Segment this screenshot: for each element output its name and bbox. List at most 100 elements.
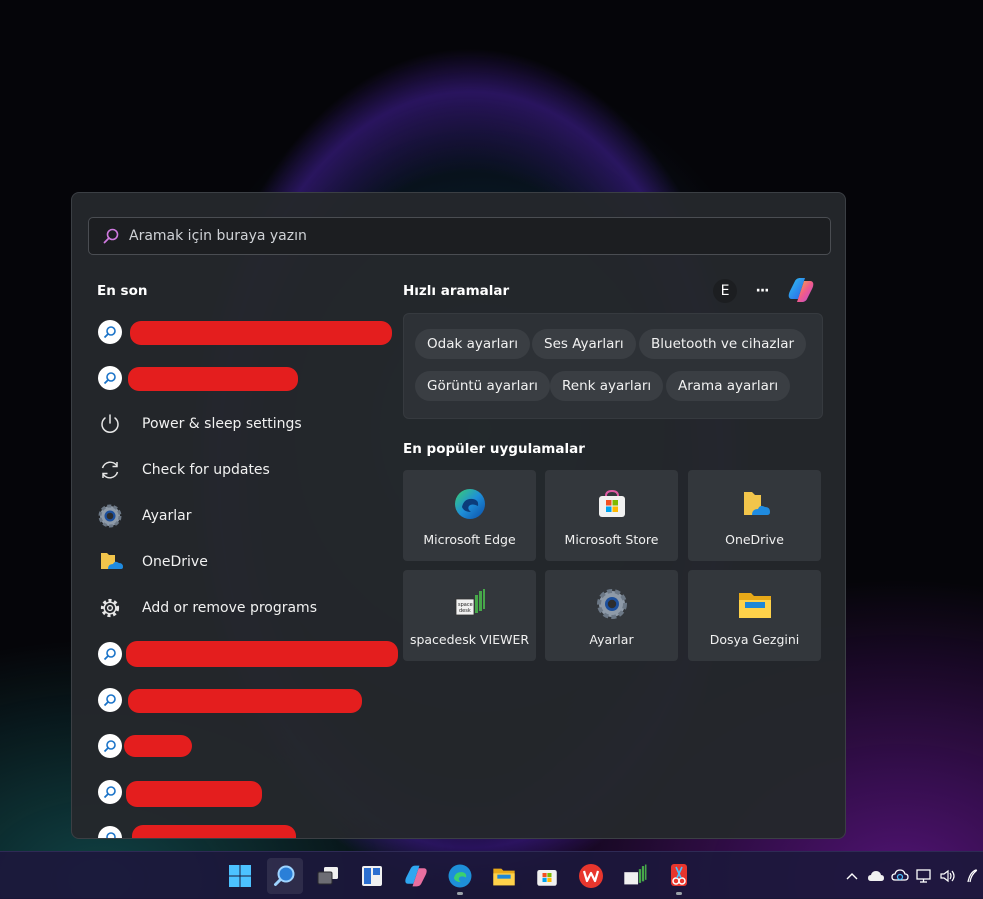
avatar-letter: E bbox=[720, 283, 730, 299]
app-tile-label: Microsoft Store bbox=[564, 532, 659, 547]
power-icon bbox=[96, 410, 124, 438]
volume-tray-button[interactable] bbox=[938, 866, 958, 886]
copilot-taskbar-button[interactable] bbox=[400, 860, 432, 892]
app-tile-ayarlar[interactable]: Ayarlar bbox=[545, 570, 678, 661]
wps-taskbar-button[interactable] bbox=[575, 860, 607, 892]
search-icon bbox=[96, 824, 124, 838]
chip-renk-ayarlari[interactable]: Renk ayarları bbox=[550, 371, 664, 401]
recent-item-redacted-2[interactable] bbox=[96, 355, 386, 401]
spacedesk-taskbar-button[interactable] bbox=[619, 860, 651, 892]
popular-apps-title: En popüler uygulamalar bbox=[403, 441, 585, 457]
chip-ses-ayarlari[interactable]: Ses Ayarları bbox=[532, 329, 636, 359]
quick-searches-title: Hızlı aramalar bbox=[403, 283, 510, 299]
redaction-mark bbox=[132, 825, 296, 838]
copilot-icon bbox=[788, 278, 814, 302]
account-avatar[interactable]: E bbox=[713, 279, 737, 303]
search-placeholder: Aramak için buraya yazın bbox=[129, 228, 307, 244]
app-tile-file-explorer[interactable]: Dosya Gezgini bbox=[688, 570, 821, 661]
task-view-button[interactable] bbox=[312, 860, 344, 892]
windows-start-button[interactable] bbox=[224, 860, 256, 892]
settings-app-icon bbox=[594, 586, 630, 622]
chip-bluetooth[interactable]: Bluetooth ve cihazlar bbox=[639, 329, 807, 359]
cloud-icon bbox=[868, 871, 884, 881]
search-icon bbox=[96, 732, 124, 760]
pen-tray-button[interactable] bbox=[962, 866, 982, 886]
app-tile-label: Ayarlar bbox=[589, 632, 634, 647]
recent-item-redacted-5[interactable] bbox=[96, 723, 386, 769]
redaction-mark bbox=[126, 641, 398, 667]
task-view-icon bbox=[317, 867, 338, 885]
recent-item-label: OneDrive bbox=[142, 554, 208, 570]
network-tray-button[interactable] bbox=[914, 866, 934, 886]
recent-item-ayarlar[interactable]: Ayarlar bbox=[96, 493, 386, 539]
chip-goruntu-ayarlari[interactable]: Görüntü ayarları bbox=[415, 371, 550, 401]
taskbar bbox=[0, 851, 983, 899]
store-icon bbox=[537, 870, 557, 886]
start-search-panel: Aramak için buraya yazın En son Power & … bbox=[71, 192, 846, 839]
file-explorer-icon bbox=[493, 868, 515, 886]
redaction-mark bbox=[126, 781, 262, 807]
app-tile-store[interactable]: Microsoft Store bbox=[545, 470, 678, 561]
recent-item-label: Power & sleep settings bbox=[142, 416, 302, 432]
recent-title: En son bbox=[97, 283, 148, 299]
more-icon: ··· bbox=[755, 283, 770, 299]
gear-icon bbox=[96, 594, 124, 622]
recent-item-redacted-1[interactable] bbox=[96, 309, 392, 355]
chip-odak-ayarlari[interactable]: Odak ayarları bbox=[415, 329, 530, 359]
file-explorer-taskbar-button[interactable] bbox=[488, 860, 520, 892]
app-tile-label: Microsoft Edge bbox=[423, 532, 516, 547]
windows-start-icon bbox=[229, 865, 251, 887]
chip-arama-ayarlari[interactable]: Arama ayarları bbox=[666, 371, 791, 401]
redaction-mark bbox=[128, 689, 362, 713]
copilot-button[interactable] bbox=[785, 274, 817, 306]
recent-item-onedrive[interactable]: OneDrive bbox=[96, 539, 386, 585]
onedrive-sync-tray-button[interactable] bbox=[890, 866, 910, 886]
edge-taskbar-button[interactable] bbox=[444, 860, 476, 895]
search-icon bbox=[96, 686, 124, 714]
search-icon bbox=[96, 318, 124, 346]
redaction-mark bbox=[128, 367, 298, 391]
recent-item-check-updates[interactable]: Check for updates bbox=[96, 447, 386, 493]
recent-item-redacted-3[interactable] bbox=[96, 631, 398, 677]
volume-icon bbox=[940, 869, 955, 883]
copilot-icon bbox=[405, 865, 427, 887]
more-options-button[interactable]: ··· bbox=[749, 279, 775, 303]
running-indicator bbox=[457, 892, 463, 895]
recent-item-redacted-4[interactable] bbox=[96, 677, 386, 723]
app-tile-onedrive[interactable]: OneDrive bbox=[688, 470, 821, 561]
search-icon bbox=[96, 640, 124, 668]
recent-item-power-sleep[interactable]: Power & sleep settings bbox=[96, 401, 386, 447]
widgets-button[interactable] bbox=[356, 860, 388, 892]
spacedesk-icon: space desk bbox=[452, 586, 488, 622]
onedrive-sync-icon bbox=[891, 869, 909, 881]
recent-item-redacted-6[interactable] bbox=[96, 769, 386, 815]
chevron-up-icon bbox=[846, 873, 858, 880]
onedrive-folder-icon bbox=[737, 486, 773, 522]
edge-icon bbox=[448, 864, 472, 888]
recent-item-label: Check for updates bbox=[142, 462, 270, 478]
file-explorer-icon bbox=[737, 586, 773, 622]
network-icon bbox=[916, 869, 931, 883]
running-indicator bbox=[676, 892, 682, 895]
app-tile-label: OneDrive bbox=[725, 532, 784, 547]
cloud-tray-button[interactable] bbox=[866, 866, 886, 886]
quick-searches-box: Odak ayarları Ses Ayarları Bluetooth ve … bbox=[403, 313, 823, 419]
wps-icon bbox=[579, 864, 603, 888]
recent-item-label: Add or remove programs bbox=[142, 600, 317, 616]
snipping-tool-taskbar-button[interactable] bbox=[663, 860, 695, 895]
recent-item-add-remove-programs[interactable]: Add or remove programs bbox=[96, 585, 386, 631]
app-tile-spacedesk[interactable]: space desk spacedesk VIEWER bbox=[403, 570, 536, 661]
recent-item-redacted-7[interactable] bbox=[96, 815, 386, 838]
store-icon bbox=[594, 486, 630, 522]
taskbar-search-button[interactable] bbox=[267, 858, 303, 894]
search-icon bbox=[96, 364, 124, 392]
app-tile-edge[interactable]: Microsoft Edge bbox=[403, 470, 536, 561]
search-box[interactable]: Aramak için buraya yazın bbox=[88, 217, 831, 255]
store-taskbar-button[interactable] bbox=[531, 860, 563, 892]
svg-text:desk: desk bbox=[459, 608, 471, 614]
app-tile-label: Dosya Gezgini bbox=[709, 632, 800, 647]
widgets-icon bbox=[362, 866, 382, 886]
refresh-icon bbox=[96, 456, 124, 484]
spacedesk-icon bbox=[624, 864, 647, 885]
show-hidden-icons-button[interactable] bbox=[842, 866, 862, 886]
